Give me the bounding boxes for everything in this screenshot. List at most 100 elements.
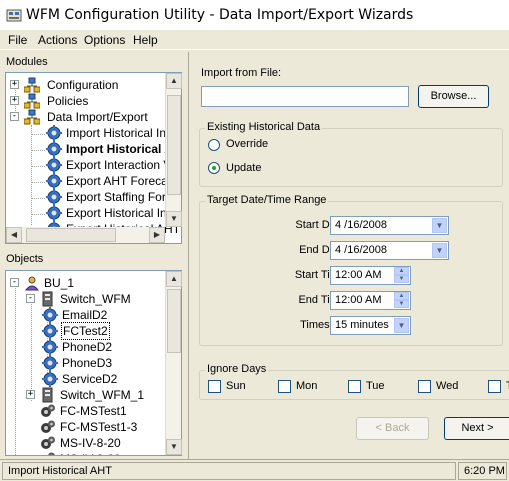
objects-vscroll[interactable]: ▲ ▼ xyxy=(165,271,182,455)
chevron-down-icon[interactable]: ▼ xyxy=(394,318,409,333)
tree-item-label: MS-IV-8-20 ... xyxy=(60,451,134,455)
tree-item-label: BU_1 xyxy=(44,276,75,290)
sun-checkbox[interactable] xyxy=(208,380,221,393)
gear-icon xyxy=(42,323,58,339)
switch-icon xyxy=(42,387,53,403)
gear-icon xyxy=(46,189,62,205)
tue-checkbox[interactable] xyxy=(348,380,361,393)
scroll-right-icon[interactable]: ▶ xyxy=(149,227,165,243)
menu-actions[interactable]: Actions xyxy=(38,33,77,47)
gear-icon xyxy=(46,125,62,141)
mon-checkbox[interactable] xyxy=(278,380,291,393)
gear-icon xyxy=(46,205,62,221)
tree-item-label: Policies xyxy=(47,94,89,108)
tree-item-label: Export Interaction Vo xyxy=(66,158,178,172)
menu-file[interactable]: File xyxy=(8,33,27,47)
tue-label[interactable]: Tue xyxy=(366,380,385,392)
tree-item-label: ServiceD2 xyxy=(62,372,118,386)
window-title: WFM Configuration Utility - Data Import/… xyxy=(26,7,414,23)
gears-icon xyxy=(41,436,55,449)
date-range-title: Target Date/Time Range xyxy=(205,194,329,206)
scroll-down-icon[interactable]: ▼ xyxy=(166,439,182,455)
collapse-icon[interactable]: - xyxy=(26,294,35,303)
spin-down-icon[interactable]: ▼ xyxy=(394,275,409,283)
scroll-down-icon[interactable]: ▼ xyxy=(166,211,182,227)
gear-icon xyxy=(42,355,58,371)
tree-item-label: Export Historical Inte xyxy=(66,206,177,220)
wed-checkbox[interactable] xyxy=(418,380,431,393)
start-date-picker[interactable]: 4 /16/2008 ▼ xyxy=(330,216,449,235)
scroll-thumb[interactable] xyxy=(167,289,181,353)
timestep-select[interactable]: 15 minutes ▼ xyxy=(330,316,411,335)
start-date-value: 4 /16/2008 xyxy=(335,219,387,231)
menu-bar: File Actions Options Help xyxy=(0,30,509,50)
app-icon xyxy=(6,9,22,22)
chevron-down-icon[interactable]: ▼ xyxy=(432,218,447,233)
gear-icon xyxy=(46,157,62,173)
spin-down-icon[interactable]: ▼ xyxy=(394,300,409,308)
override-label[interactable]: Override xyxy=(226,138,268,150)
ignore-days-title: Ignore Days xyxy=(205,363,269,375)
status-bar: Import Historical AHT 6:20 PM xyxy=(0,459,509,481)
tree-item-label: PhoneD3 xyxy=(62,356,113,370)
modules-hscroll[interactable]: ◀ ▶ xyxy=(6,227,165,243)
spin-up-icon[interactable]: ▲ xyxy=(394,292,409,300)
import-file-label: Import from File: xyxy=(201,67,282,79)
existing-data-title: Existing Historical Data xyxy=(205,121,323,133)
scroll-thumb[interactable] xyxy=(26,228,116,242)
business-unit-icon xyxy=(24,276,40,291)
start-time-value: 12:00 AM xyxy=(335,269,382,281)
import-file-input[interactable] xyxy=(201,86,409,107)
tree-item-label: Import Historical A xyxy=(66,142,173,156)
sun-label[interactable]: Sun xyxy=(226,380,246,392)
existing-data-group xyxy=(199,128,503,187)
title-bar[interactable]: WFM Configuration Utility - Data Import/… xyxy=(0,0,509,30)
network-icon xyxy=(24,93,40,109)
scroll-up-icon[interactable]: ▲ xyxy=(166,271,182,287)
collapse-icon[interactable]: - xyxy=(10,278,19,287)
override-radio[interactable] xyxy=(208,139,220,151)
update-radio[interactable] xyxy=(208,162,220,174)
status-text: Import Historical AHT xyxy=(2,462,456,480)
tree-item-label: Export Staffing Forec xyxy=(66,190,179,204)
modules-vscroll[interactable]: ▲ ▼ xyxy=(165,73,182,227)
end-date-picker[interactable]: 4 /16/2008 ▼ xyxy=(330,241,449,260)
tree-item-label: Configuration xyxy=(47,78,119,92)
tree-item-label: EmailD2 xyxy=(62,308,108,322)
modules-tree: + Configuration + Policies - Data Import… xyxy=(5,72,182,244)
gears-icon xyxy=(41,420,55,433)
menu-options[interactable]: Options xyxy=(84,33,125,47)
mon-label[interactable]: Mon xyxy=(296,380,317,392)
gears-icon xyxy=(41,404,55,417)
tree-item-label: FCTest2 xyxy=(61,322,110,340)
browse-button[interactable]: Browse... xyxy=(418,85,489,108)
chevron-down-icon[interactable]: ▼ xyxy=(432,243,447,258)
end-time-spinner[interactable]: 12:00 AM ▲ ▼ xyxy=(330,291,411,310)
collapse-icon[interactable]: - xyxy=(10,112,19,121)
objects-tree: - BU_1- Switch_WFM EmailD2 FCTest2 PhoneD2 Pho… xyxy=(5,270,182,456)
scroll-left-icon[interactable]: ◀ xyxy=(6,227,22,243)
tree-item-label: Import Historical Inter xyxy=(66,126,181,140)
thu-checkbox[interactable] xyxy=(488,380,501,393)
gears-icon xyxy=(48,452,55,455)
spin-up-icon[interactable]: ▲ xyxy=(394,267,409,275)
scroll-up-icon[interactable]: ▲ xyxy=(166,73,182,89)
scroll-thumb[interactable] xyxy=(167,95,181,195)
start-time-spinner[interactable]: 12:00 AM ▲ ▼ xyxy=(330,266,411,285)
network-icon xyxy=(24,109,40,125)
update-label[interactable]: Update xyxy=(226,162,261,174)
expand-icon[interactable]: + xyxy=(26,390,35,399)
expand-icon[interactable]: + xyxy=(10,80,19,89)
end-date-value: 4 /16/2008 xyxy=(335,244,387,256)
gear-icon xyxy=(46,141,62,157)
end-time-value: 12:00 AM xyxy=(335,294,382,306)
expand-icon[interactable]: + xyxy=(10,96,19,105)
menu-help[interactable]: Help xyxy=(133,33,158,47)
modules-label: Modules xyxy=(6,56,48,68)
wed-label[interactable]: Wed xyxy=(436,380,458,392)
tree-item-label: FC-MSTest1-3 xyxy=(60,420,138,434)
tree-item-label: Export AHT Forecast xyxy=(66,174,178,188)
gear-icon xyxy=(42,371,58,387)
back-button[interactable]: < Back xyxy=(356,417,429,440)
next-button[interactable]: Next > xyxy=(444,417,509,440)
